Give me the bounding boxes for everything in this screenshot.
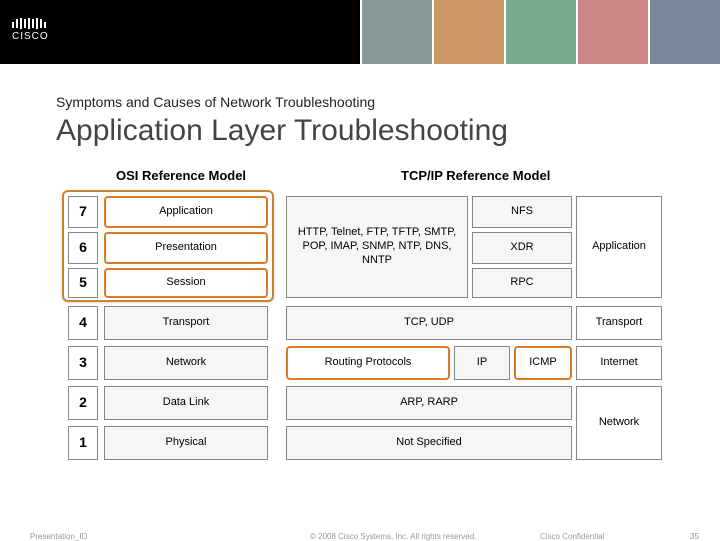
proto-icmp: ICMP <box>514 346 572 380</box>
proto-rpc: RPC <box>472 268 572 298</box>
osi-num-3: 3 <box>68 346 98 380</box>
osi-num-2: 2 <box>68 386 98 420</box>
osi-layer-physical: Physical <box>104 426 268 460</box>
logo-bars-icon <box>12 18 49 29</box>
osi-heading: OSI Reference Model <box>116 168 246 183</box>
brand-text: CISCO <box>12 31 49 42</box>
cisco-logo: CISCO <box>12 18 49 42</box>
tcp-layer-internet: Internet <box>576 346 662 380</box>
osi-num-7: 7 <box>68 196 98 228</box>
proto-arp: ARP, RARP <box>286 386 572 420</box>
osi-num-6: 6 <box>68 232 98 264</box>
proto-transport: TCP, UDP <box>286 306 572 340</box>
tcp-heading: TCP/IP Reference Model <box>401 168 550 183</box>
banner-photos <box>360 0 720 64</box>
osi-layer-session: Session <box>104 268 268 298</box>
osi-num-5: 5 <box>68 268 98 298</box>
tcp-layer-network: Network <box>576 386 662 460</box>
osi-layer-presentation: Presentation <box>104 232 268 264</box>
proto-top-block: HTTP, Telnet, FTP, TFTP, SMTP, POP, IMAP… <box>286 196 468 298</box>
proto-xdr: XDR <box>472 232 572 264</box>
osi-layer-transport: Transport <box>104 306 268 340</box>
proto-ip: IP <box>454 346 510 380</box>
proto-routing: Routing Protocols <box>286 346 450 380</box>
kicker: Symptoms and Causes of Network Troublesh… <box>56 94 720 110</box>
proto-notspec: Not Specified <box>286 426 572 460</box>
slide-content: Symptoms and Causes of Network Troublesh… <box>0 64 720 518</box>
osi-layer-application: Application <box>104 196 268 228</box>
proto-nfs: NFS <box>472 196 572 228</box>
tcp-layer-transport: Transport <box>576 306 662 340</box>
osi-num-4: 4 <box>68 306 98 340</box>
page-title: Application Layer Troubleshooting <box>56 114 720 148</box>
tcp-layer-application: Application <box>576 196 662 298</box>
osi-num-1: 1 <box>68 426 98 460</box>
osi-layer-datalink: Data Link <box>104 386 268 420</box>
osi-layer-network: Network <box>104 346 268 380</box>
osi-tcp-diagram: OSI Reference Model TCP/IP Reference Mod… <box>56 168 676 488</box>
top-bar: CISCO <box>0 0 720 64</box>
